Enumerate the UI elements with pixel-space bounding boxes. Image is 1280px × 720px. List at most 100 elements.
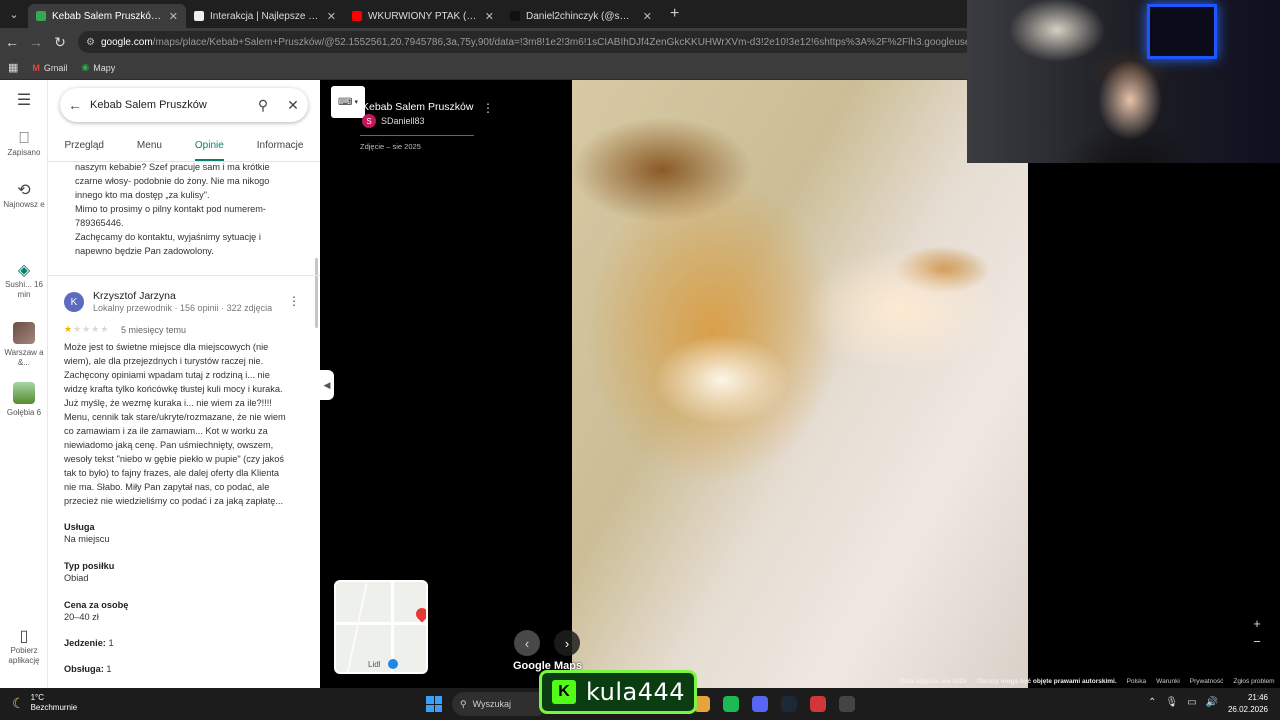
search-box[interactable]: ← Kebab Salem Pruszków ⚲ ✕: [60, 88, 308, 122]
system-tray: ⌃ 🎙 ▭ 🔊: [1148, 697, 1218, 708]
star-rating: ★★★★★: [64, 324, 109, 335]
forward-button[interactable]: →: [24, 34, 48, 50]
clock[interactable]: 21:46 26.02.2026: [1224, 692, 1268, 716]
close-tab-icon[interactable]: ✕: [169, 10, 178, 23]
browser-tab[interactable]: WKURWIONY PTAK (BIG MAC ✕: [344, 4, 502, 28]
tab-informacje[interactable]: Informacje: [257, 134, 304, 161]
chevron-down-icon: ▾: [354, 99, 358, 106]
reload-button[interactable]: ↻: [48, 34, 72, 51]
previous-photo-button[interactable]: ‹: [514, 630, 540, 656]
moon-icon: ☾: [12, 694, 25, 711]
windows-start-icon[interactable]: [426, 696, 442, 712]
browser-tab[interactable]: Interakcja | Najlepsze oprogram ✕: [186, 4, 344, 28]
more-options-icon[interactable]: ⋮: [482, 101, 494, 115]
rail-item-golebia[interactable]: Gołębia 6: [0, 382, 48, 418]
tab-opinie[interactable]: Opinie: [194, 134, 224, 161]
tab-przeglad[interactable]: Przegląd: [64, 134, 103, 161]
chevron-up-icon[interactable]: ⌃: [1148, 697, 1156, 708]
footer-link[interactable]: Prywatność: [1190, 678, 1224, 685]
bookmark-gmail[interactable]: M Gmail: [32, 63, 67, 73]
review-text-line: niewiadomo jaką cenę. Pan uśmiechnięty, …: [64, 440, 274, 450]
close-icon[interactable]: ✕: [278, 97, 308, 114]
owner-reply-line: naszym kebabie? Szef pracuje sam i ma kr…: [75, 162, 270, 172]
photo-viewer: ◀ ⌨ ▾ Kebab Salem Pruszków S SDaniell83 ⋮…: [320, 80, 1280, 688]
back-button[interactable]: ←: [0, 34, 24, 50]
tab-favicon-icon: [352, 11, 362, 21]
zoom-out-button[interactable]: −: [1250, 633, 1264, 651]
close-tab-icon[interactable]: ✕: [327, 10, 336, 23]
bookmark-label: Mapy: [93, 62, 116, 73]
tabs-container: Kebab Salem Pruszków – Mapy✕Interakcja |…: [28, 0, 660, 28]
more-options-icon[interactable]: ⋮: [288, 294, 300, 308]
apps-grid-icon[interactable]: ▦: [8, 61, 18, 74]
rail-item-label: Zapisano: [7, 148, 41, 157]
discord-icon[interactable]: [752, 696, 768, 712]
close-tab-icon[interactable]: ✕: [485, 10, 494, 23]
tab-favicon-icon: [194, 11, 204, 21]
site-info-icon[interactable]: ⚙: [86, 37, 95, 48]
taskbar-search[interactable]: ⚲ Wyszukaj: [452, 692, 548, 716]
bookmark-mapy[interactable]: ◉ Mapy: [81, 62, 115, 73]
weather-text: Bezchmurnie: [30, 703, 78, 712]
rail-item-get-app[interactable]: ▯ Pobierz aplikację: [0, 629, 48, 666]
zoom-in-button[interactable]: +: [1250, 615, 1264, 633]
avatar[interactable]: K: [64, 292, 84, 312]
rail-item-sushi[interactable]: ◈ Sushi... 16 min: [0, 263, 48, 300]
meta-value: 20–40 zł: [64, 612, 99, 622]
next-photo-button[interactable]: ›: [554, 630, 580, 656]
back-arrow-icon[interactable]: ←: [60, 97, 90, 113]
review-text: Może jest to świetne miejsce dla miejsco…: [64, 340, 304, 508]
meta-jedzenie: Jedzenie: 1: [64, 638, 114, 648]
menu-button[interactable]: ☰: [0, 93, 48, 110]
footer-rights: Obrazy mogą być objęte prawami autorskim…: [976, 678, 1117, 685]
obs-icon[interactable]: [839, 696, 855, 712]
footer-link[interactable]: Polska: [1127, 678, 1147, 685]
map-footer: Data zdjęcia: sie 2025 Obrazy mogą być o…: [900, 678, 1275, 685]
spotify-icon[interactable]: [723, 696, 739, 712]
search-input[interactable]: Kebab Salem Pruszków: [90, 99, 248, 111]
author-name: SDaniell83: [381, 116, 425, 126]
volume-icon[interactable]: 🔊: [1206, 697, 1218, 708]
photo-author[interactable]: S SDaniell83: [362, 114, 425, 128]
keyboard-shortcuts-button[interactable]: ⌨ ▾: [331, 86, 365, 118]
minimap[interactable]: Lidl: [334, 580, 428, 674]
reviewer-name[interactable]: Krzysztof Jarzyna: [93, 290, 176, 302]
rail-item-warszawa[interactable]: Warszaw a &...: [0, 322, 48, 368]
panel-scrollbar[interactable]: [315, 258, 318, 328]
owner-reply-line: czarne włosy- podobnie do żony. Nie ma n…: [75, 176, 270, 186]
rail-item-label: Pobierz aplikację: [8, 646, 40, 665]
close-tab-icon[interactable]: ✕: [643, 10, 652, 23]
shop-icon: [388, 659, 398, 669]
browser-tab[interactable]: Kebab Salem Pruszków – Mapy ✕: [28, 4, 186, 28]
star-empty-icon: ★: [100, 324, 110, 334]
weather-widget[interactable]: ☾ 1°C Bezchmurnie: [12, 693, 77, 713]
place-thumbnail: [13, 322, 35, 344]
meta-usluga: Usługa Na miejscu: [64, 522, 109, 544]
viewer-place-title[interactable]: Kebab Salem Pruszków: [362, 101, 473, 113]
meta-obsluga: Obsługa: 1: [64, 664, 112, 674]
rail-item-saved[interactable]: ⎕ Zapisano: [0, 131, 48, 158]
collapse-panel-button[interactable]: ◀: [320, 370, 334, 400]
owner-reply-line: 789365446.: [75, 218, 124, 228]
review-text-line: widzę krafta tylko końcówkę tłustej kuli…: [64, 384, 283, 394]
footer-link[interactable]: Zgłoś problem: [1233, 678, 1274, 685]
browser-tab[interactable]: Daniel2chinczyk (@smiechavatv ✕: [502, 4, 660, 28]
search-icon[interactable]: ⚲: [248, 97, 278, 114]
footer-link[interactable]: Warunki: [1156, 678, 1180, 685]
food-photo[interactable]: [572, 80, 1028, 688]
tab-menu[interactable]: Menu: [137, 134, 162, 161]
webcam-overlay: [967, 0, 1280, 163]
map-road: [336, 622, 426, 625]
reviewer-subtitle: Lokalny przewodnik · 156 opinii · 322 zd…: [93, 303, 273, 313]
new-tab-button[interactable]: +: [670, 5, 679, 23]
tab-title: WKURWIONY PTAK (BIG MAC: [368, 10, 479, 22]
review-text-line: Może jest to świetne miejsce dla miejsco…: [64, 342, 269, 352]
valorant-icon[interactable]: [810, 696, 826, 712]
steam-icon[interactable]: [781, 696, 797, 712]
microphone-icon[interactable]: 🎙: [1165, 697, 1178, 708]
meta-label: Cena za osobę: [64, 600, 129, 610]
tab-search-button[interactable]: ⌄: [0, 0, 28, 28]
network-icon[interactable]: ▭: [1187, 697, 1196, 708]
review-text-line: tak to było) to fajny frazes, ale dalej …: [64, 468, 280, 478]
rail-item-recent[interactable]: ⟲ Najnowsz e: [0, 183, 48, 210]
